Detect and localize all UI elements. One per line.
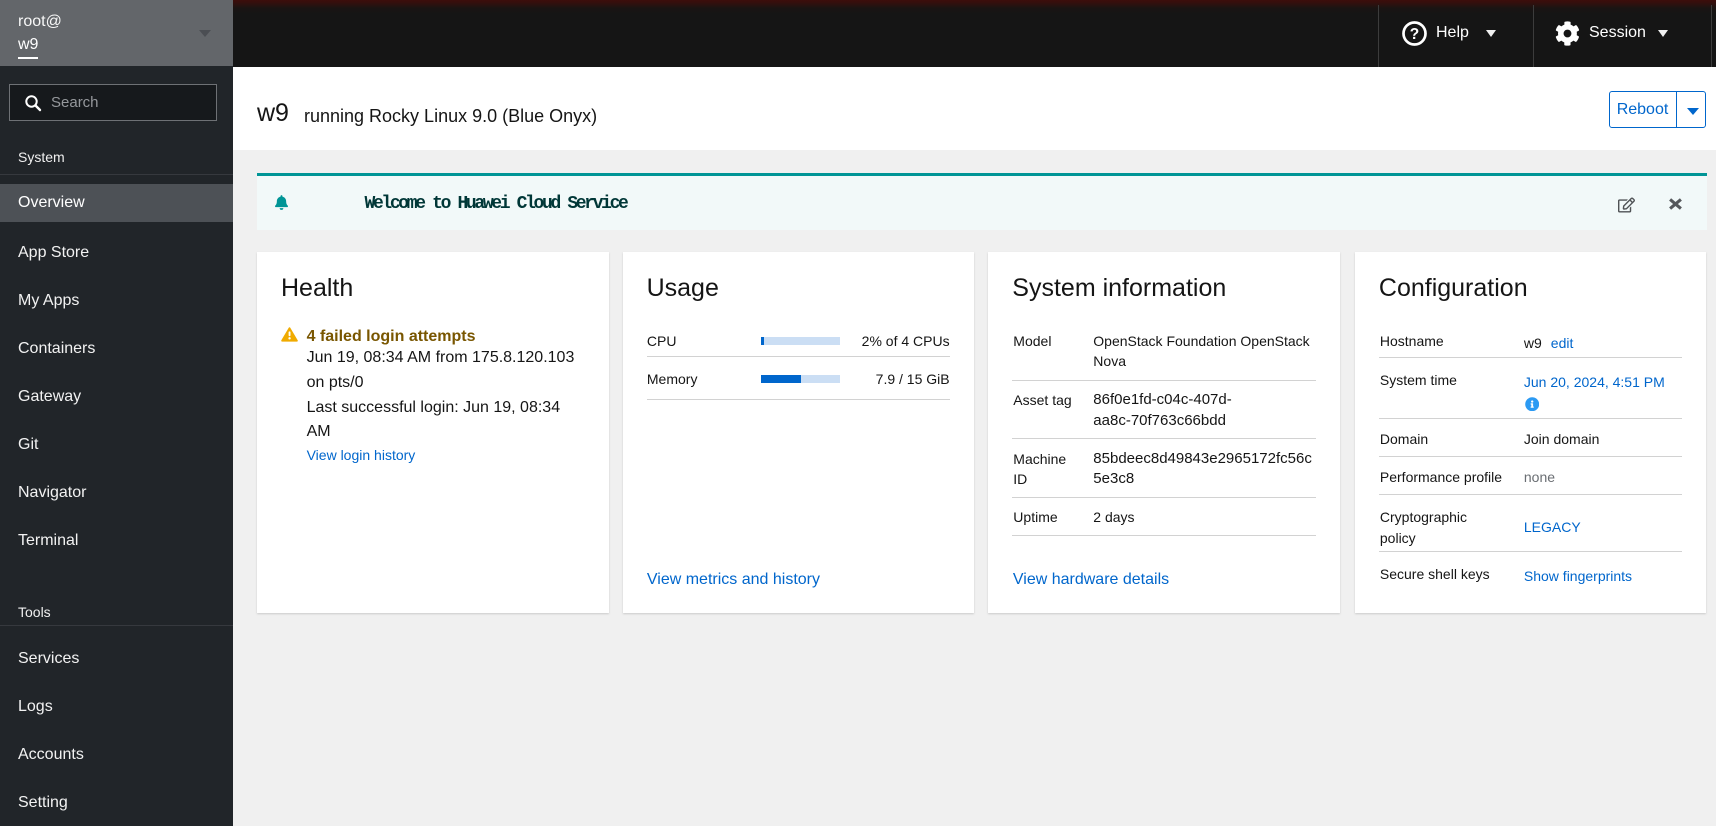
svg-text:?: ? [1410, 26, 1419, 43]
